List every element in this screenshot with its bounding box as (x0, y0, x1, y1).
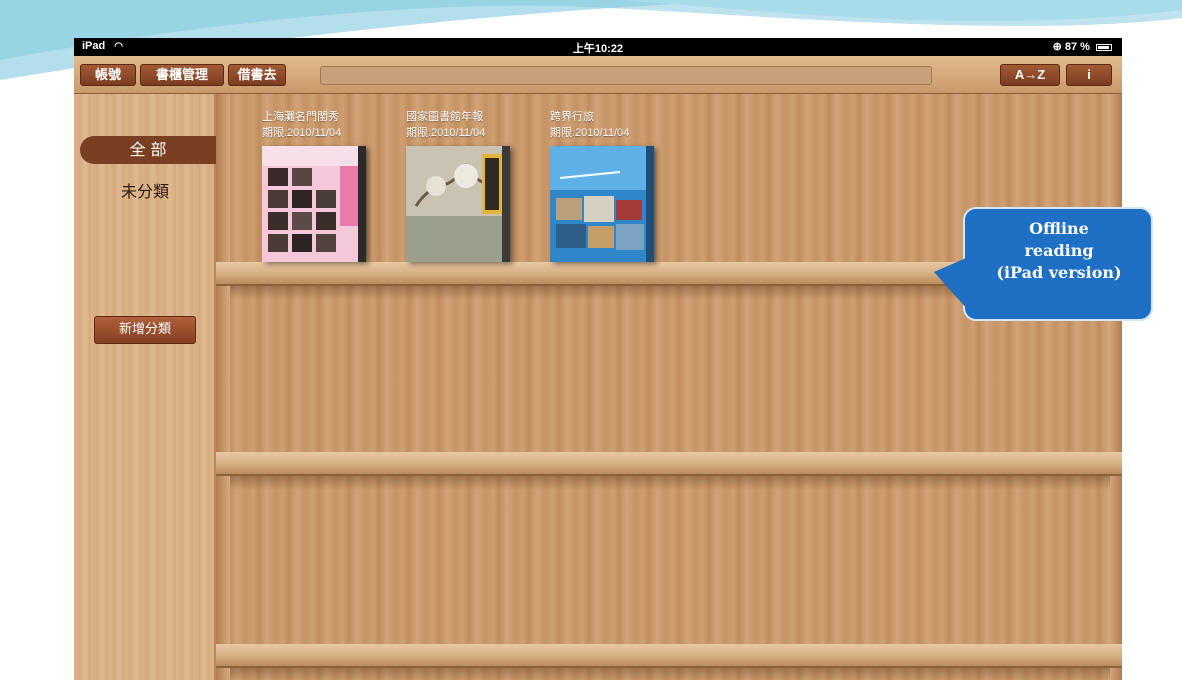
book-due-date: 期限:2010/11/04 (550, 127, 630, 139)
book-item[interactable]: 國家圖書館年報 期限:2010/11/04 (406, 108, 526, 262)
book-title: 國家圖書館年報 (406, 110, 483, 123)
category-uncategorized[interactable]: 未分類 (82, 178, 208, 206)
book-item[interactable]: 跨界行旅 期限:2010/11/04 (550, 108, 670, 262)
battery-icon (1096, 43, 1112, 51)
callout-line-1: Offline (1029, 219, 1089, 238)
callout-line-3: (iPad version) (996, 263, 1122, 282)
sort-az-button[interactable]: A→Z (1000, 64, 1060, 86)
book-cover[interactable] (262, 146, 366, 262)
shelf-plank-3 (216, 644, 1122, 668)
lock-rotation-icon: ⊕ (1052, 41, 1062, 53)
book-cover[interactable] (550, 146, 654, 262)
bookshelf: 上海灘名門閨秀 期限:2010/11/04 國家圖書館年報 期限:2010/11… (216, 94, 1122, 680)
book-due-date: 期限:2010/11/04 (262, 127, 342, 139)
shelf-right-side (1108, 94, 1122, 680)
toolbar: 帳號 書櫃管理 借書去 A→Z i (74, 56, 1122, 94)
category-sidebar: 全 部 未分類 新增分類 (74, 94, 216, 680)
book-cover[interactable] (406, 146, 510, 262)
battery-indicator: ⊕ 87 % (1053, 40, 1112, 53)
book-item[interactable]: 上海灘名門閨秀 期限:2010/11/04 (262, 108, 382, 262)
status-bar: iPad ◠ 上午10:22 ⊕ 87 % (74, 38, 1122, 56)
callout-text: Offline reading (iPad version) (964, 218, 1154, 284)
book-title: 上海灘名門閨秀 (262, 110, 339, 123)
status-time: 上午10:22 (572, 43, 624, 55)
shelf-manage-button[interactable]: 書櫃管理 (140, 64, 224, 86)
shelf-plank-2 (216, 452, 1122, 476)
book-title: 跨界行旅 (550, 110, 594, 123)
ipad-screen: iPad ◠ 上午10:22 ⊕ 87 % 帳號 書櫃管理 借書去 A→Z i … (74, 38, 1122, 680)
callout-line-2: reading (1024, 241, 1094, 260)
account-button[interactable]: 帳號 (80, 64, 136, 86)
shelf-left-side (216, 94, 230, 680)
shelf-shadow-3 (230, 668, 1110, 680)
battery-percent: 87 % (1064, 41, 1090, 53)
info-button[interactable]: i (1066, 64, 1112, 86)
borrow-button[interactable]: 借書去 (228, 64, 286, 86)
category-all[interactable]: 全 部 (80, 136, 216, 164)
search-bar[interactable] (320, 66, 932, 85)
book-due-date: 期限:2010/11/04 (406, 127, 486, 139)
add-category-button[interactable]: 新增分類 (94, 316, 196, 344)
shelf-shadow-2 (230, 476, 1110, 490)
